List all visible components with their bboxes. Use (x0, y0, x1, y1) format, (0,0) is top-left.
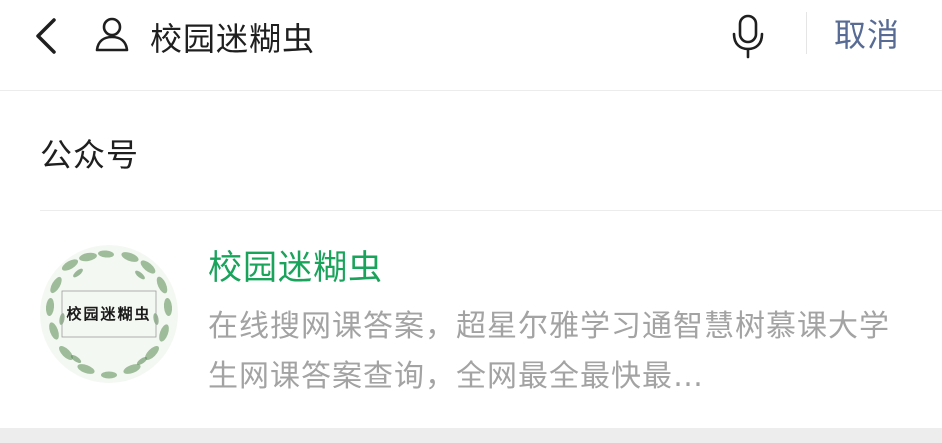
back-button[interactable] (26, 14, 70, 58)
cancel-button[interactable]: 取消 (834, 12, 900, 58)
search-bar: 取消 (0, 0, 942, 90)
toolbar-divider (806, 12, 807, 54)
account-result-item[interactable]: 校园迷糊虫 校园迷糊虫 在线搜网课答案，超星尔雅学习通智慧树慕课大学生网课答案查… (0, 212, 942, 427)
search-results-page: 取消 公众号 (0, 0, 942, 443)
person-icon (92, 15, 132, 55)
header-divider (0, 90, 942, 91)
section-divider (40, 210, 942, 211)
avatar-logo-text: 校园迷糊虫 (66, 305, 152, 323)
section-title: 公众号 (40, 136, 140, 174)
avatar: 校园迷糊虫 (40, 245, 178, 383)
bottom-separator-band (0, 428, 942, 443)
voice-input-button[interactable] (726, 12, 770, 60)
microphone-icon (732, 14, 764, 59)
result-name: 校园迷糊虫 (208, 248, 383, 288)
result-description: 在线搜网课答案，超星尔雅学习通智慧树慕课大学生网课答案查询，全网最全最快最… (208, 309, 890, 394)
chevron-left-icon (36, 18, 56, 54)
search-input[interactable] (150, 8, 690, 66)
